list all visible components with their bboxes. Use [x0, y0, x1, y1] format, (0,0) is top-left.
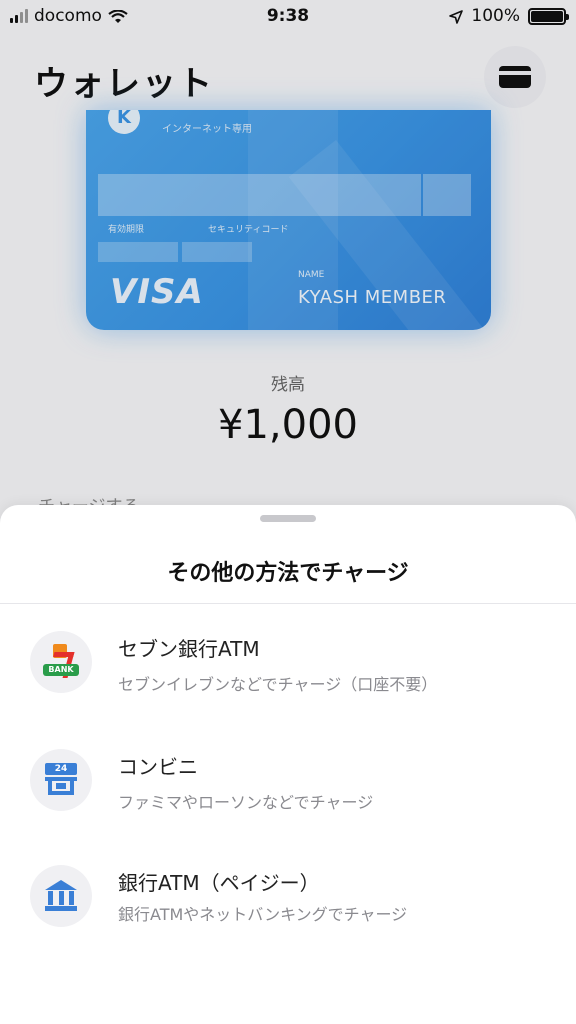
option-convenience-store[interactable]: 24 コンビニ ファミマやローソンなどでチャージ	[0, 723, 576, 833]
charge-options-sheet: その他の方法でチャージ BANK セブン銀行ATM セブンイレブンなどでチャージ…	[0, 505, 576, 1024]
option-title: コンビニ	[118, 755, 198, 779]
bank-icon	[30, 865, 92, 927]
option-subtitle: セブンイレブンなどでチャージ（口座不要）	[118, 675, 438, 694]
seven-bank-icon: BANK	[30, 631, 92, 693]
option-title: セブン銀行ATM	[118, 637, 260, 661]
divider	[0, 603, 576, 604]
option-bank-atm-payeasy[interactable]: 銀行ATM（ペイジー） 銀行ATMやネットバンキングでチャージ	[0, 839, 576, 949]
option-seven-bank-atm[interactable]: BANK セブン銀行ATM セブンイレブンなどでチャージ（口座不要）	[0, 605, 576, 715]
option-subtitle: 銀行ATMやネットバンキングでチャージ	[118, 905, 408, 924]
sheet-drag-handle[interactable]	[260, 515, 316, 522]
sheet-title: その他の方法でチャージ	[167, 561, 409, 586]
option-title: 銀行ATM（ペイジー）	[118, 871, 320, 895]
store-24-badge: 24	[45, 763, 77, 775]
option-subtitle: ファミマやローソンなどでチャージ	[118, 793, 374, 812]
convenience-store-icon: 24	[30, 749, 92, 811]
